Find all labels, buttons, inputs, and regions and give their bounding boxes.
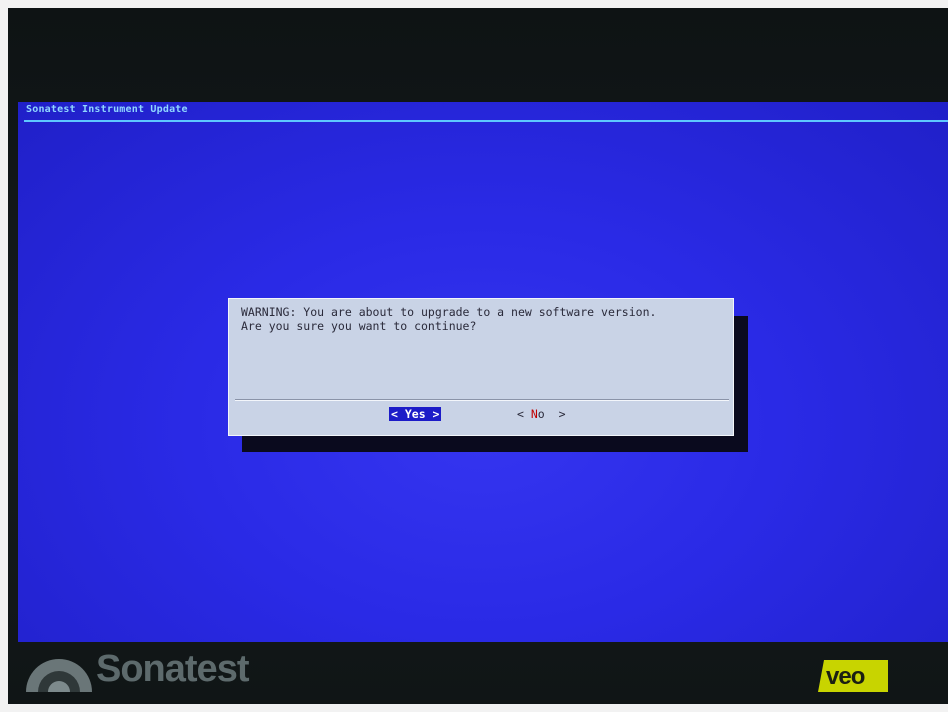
- veo-badge-text: veo: [826, 663, 865, 690]
- title-underline: [24, 120, 948, 122]
- confirm-dialog: WARNING: You are about to upgrade to a n…: [228, 298, 734, 436]
- dialog-message: WARNING: You are about to upgrade to a n…: [241, 305, 656, 333]
- no-button-right: o >: [537, 407, 566, 421]
- device-photo: Sonatest Instrument Update WARNING: You …: [0, 0, 948, 712]
- no-button-left: <: [517, 407, 531, 421]
- sonatest-arc-icon: [26, 659, 92, 692]
- dialog-divider-highlight: [235, 400, 729, 401]
- veo-badge: veo: [818, 660, 888, 692]
- no-button-hotkey: N: [530, 407, 538, 421]
- instrument-screen: Sonatest Instrument Update WARNING: You …: [18, 102, 948, 642]
- device-bezel: Sonatest Instrument Update WARNING: You …: [8, 8, 948, 704]
- yes-button[interactable]: < Yes >: [389, 407, 442, 421]
- no-button[interactable]: < No >: [517, 407, 566, 421]
- brand-name: Sonatest: [96, 648, 249, 690]
- dialog-message-line1: WARNING: You are about to upgrade to a n…: [241, 305, 657, 319]
- dialog-message-line2: Are you sure you want to continue?: [241, 319, 477, 333]
- window-title: Sonatest Instrument Update: [26, 104, 188, 115]
